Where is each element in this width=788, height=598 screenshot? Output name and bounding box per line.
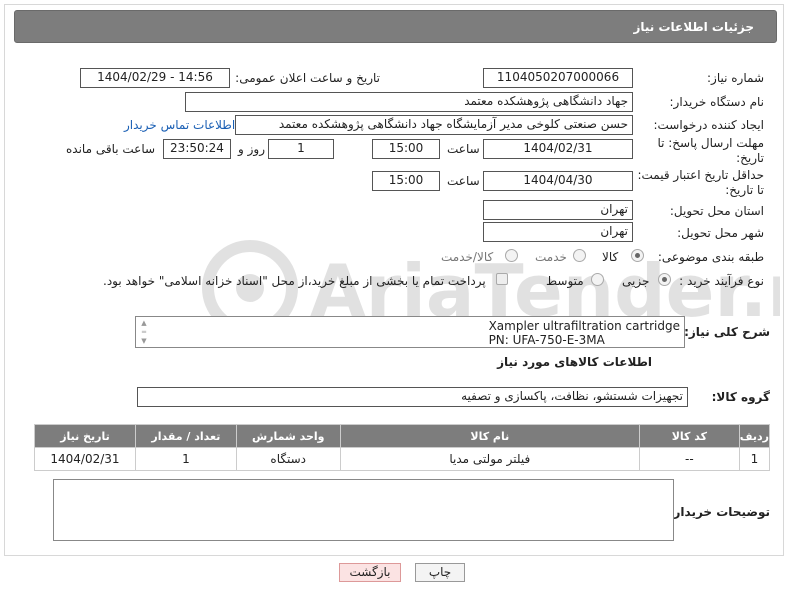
col-date: تاریخ نیاز xyxy=(34,424,136,448)
back-button[interactable]: بازگشت xyxy=(339,563,401,582)
treasury-checkbox[interactable] xyxy=(496,273,508,285)
cell-code: -- xyxy=(638,447,740,471)
need-number-label: شماره نیاز: xyxy=(707,71,764,85)
announce-label: تاریخ و ساعت اعلان عمومی: xyxy=(235,71,380,85)
page-title: جزئیات اطلاعات نیاز xyxy=(633,20,754,34)
description-textarea[interactable]: ▲ ═ ▼ Xampler ultrafiltration cartridge PN… xyxy=(135,316,685,348)
announce-field: 1404/02/29 - 14:56 xyxy=(80,68,230,88)
deadline-label: مهلت ارسال پاسخ: تا تاریخ: xyxy=(657,136,764,165)
process-radio-medium[interactable] xyxy=(591,273,604,286)
city-label: شهر محل تحویل: xyxy=(677,226,764,240)
deadline-time-label: ساعت xyxy=(447,142,480,156)
category-label: طبقه بندی موضوعی: xyxy=(657,250,764,264)
deadline-date-field: 1404/02/31 xyxy=(483,139,633,159)
province-label: استان محل تحویل: xyxy=(669,204,764,218)
category-radio-goods[interactable] xyxy=(631,249,644,262)
buyer-org-label: نام دستگاه خریدار: xyxy=(669,95,765,109)
category-option-goods: کالا xyxy=(602,250,619,264)
process-option-minor: جزیی xyxy=(622,274,650,288)
province-field: تهران xyxy=(483,200,633,220)
category-option-service: خدمت xyxy=(535,250,567,264)
scroll-arrows-icon[interactable]: ▲ ═ ▼ xyxy=(138,319,150,345)
col-code: کد کالا xyxy=(638,424,740,448)
cell-unit: دستگاه xyxy=(235,447,341,471)
process-radio-minor[interactable] xyxy=(658,273,671,286)
deadline-time-field: 15:00 xyxy=(372,139,440,159)
table-header-row: ردیف کد کالا نام کالا واحد شمارش تعداد /… xyxy=(34,424,771,448)
description-label: شرح کلی نیاز: xyxy=(684,325,770,339)
col-name: نام کالا xyxy=(339,424,640,448)
buyer-contact-link[interactable]: اطلاعات تماس خریدار xyxy=(124,118,235,132)
requester-field: حسن صنعتی کلوخی مدیر آزمایشگاه جهاد دانش… xyxy=(235,115,633,135)
cell-qty: 1 xyxy=(134,447,237,471)
treasury-note: پرداخت تمام یا بخشی از مبلغ خرید،از محل … xyxy=(103,274,486,288)
goods-table: ردیف کد کالا نام کالا واحد شمارش تعداد /… xyxy=(34,424,771,471)
process-label: نوع فرآیند خرید : xyxy=(679,274,764,288)
buyer-notes-label: توضیحات خریدار: xyxy=(668,505,770,519)
need-number-field: 1104050207000066 xyxy=(483,68,633,88)
deadline-days-field: 1 xyxy=(268,139,334,159)
category-radio-goods-service[interactable] xyxy=(505,249,518,262)
validity-date-field: 1404/04/30 xyxy=(483,171,633,191)
goods-group-field: تجهیزات شستشو، نظافت، پاکسازی و تصفیه xyxy=(137,387,688,407)
goods-section-title: اطلاعات کالاهای مورد نیاز xyxy=(497,355,652,369)
print-button[interactable]: چاپ xyxy=(415,563,465,582)
description-line-2: PN: UFA-750-E-3MA xyxy=(488,333,605,347)
remaining-label: ساعت باقی مانده xyxy=(66,142,156,156)
page-header: جزئیات اطلاعات نیاز xyxy=(14,10,777,43)
cell-name: فیلتر مولتی مدیا xyxy=(339,447,640,471)
col-row: ردیف xyxy=(738,424,771,448)
col-qty: تعداد / مقدار xyxy=(134,424,237,448)
category-option-goods-service: کالا/خدمت xyxy=(441,250,494,264)
cell-date: 1404/02/31 xyxy=(34,447,136,471)
table-row[interactable]: 1 -- فیلتر مولتی مدیا دستگاه 1 1404/02/3… xyxy=(34,447,771,471)
remaining-time-field: 23:50:24 xyxy=(163,139,231,159)
validity-time-field: 15:00 xyxy=(372,171,440,191)
cell-row: 1 xyxy=(738,447,771,471)
description-line-1: Xampler ultrafiltration cartridge xyxy=(488,319,680,333)
buyer-org-field: جهاد دانشگاهی پژوهشکده معتمد xyxy=(185,92,633,112)
requester-label: ایجاد کننده درخواست: xyxy=(653,118,764,132)
city-field: تهران xyxy=(483,222,633,242)
buyer-notes-textarea[interactable] xyxy=(53,479,674,541)
goods-group-label: گروه کالا: xyxy=(711,390,770,404)
validity-time-label: ساعت xyxy=(447,174,480,188)
col-unit: واحد شمارش xyxy=(235,424,341,448)
validity-label: حداقل تاریخ اعتبار قیمت: تا تاریخ: xyxy=(637,168,764,197)
category-radio-service[interactable] xyxy=(573,249,586,262)
process-option-medium: متوسط xyxy=(546,274,584,288)
days-label: روز و xyxy=(238,142,265,156)
